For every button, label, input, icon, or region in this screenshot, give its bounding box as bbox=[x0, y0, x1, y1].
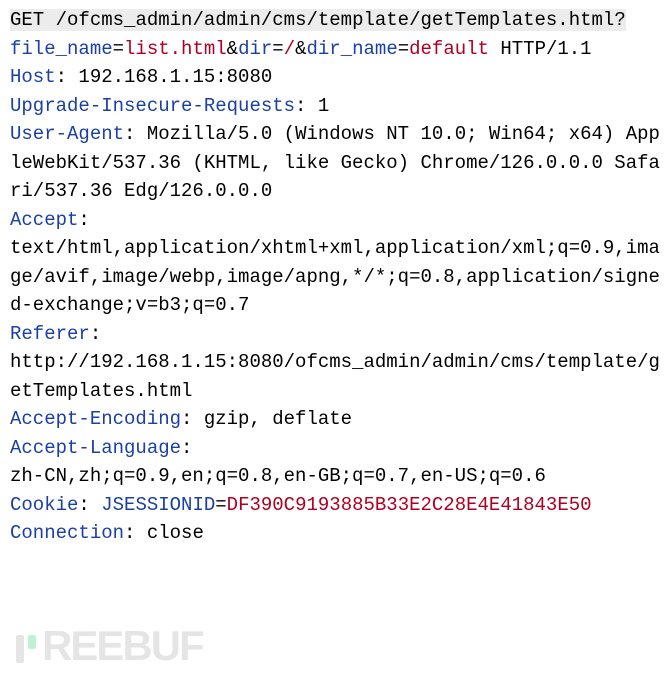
cookie-key: JSESSIONID bbox=[101, 494, 215, 516]
header-value-referer: http://192.168.1.15:8080/ofcms_admin/adm… bbox=[10, 351, 660, 402]
param-val-dir_name: default bbox=[409, 38, 489, 60]
request-line: GET /ofcms_admin/admin/cms/template/getT… bbox=[10, 9, 626, 31]
header-value-accept: text/html,application/xhtml+xml,applicat… bbox=[10, 237, 660, 316]
request-path: /ofcms_admin/admin/cms/template/getTempl… bbox=[56, 9, 626, 31]
param-key-dir: dir bbox=[238, 38, 272, 60]
header-name-host: Host bbox=[10, 66, 56, 88]
header-name-accept-encoding: Accept-Encoding bbox=[10, 408, 181, 430]
param-val-file_name: list.html bbox=[124, 38, 227, 60]
header-value-accept-encoding: gzip, deflate bbox=[204, 408, 352, 430]
header-value-connection: close bbox=[147, 522, 204, 544]
param-key-dir_name: dir_name bbox=[307, 38, 398, 60]
http-method: GET bbox=[10, 9, 44, 31]
param-val-dir: / bbox=[284, 38, 295, 60]
param-key-file_name: file_name bbox=[10, 38, 113, 60]
header-name-upgrade-insecure-requests: Upgrade-Insecure-Requests bbox=[10, 95, 295, 117]
header-name-accept: Accept bbox=[10, 209, 78, 231]
header-name-user-agent: User-Agent bbox=[10, 123, 124, 145]
cookie-value: DF390C9193885B33E2C28E4E41843E50 bbox=[227, 494, 592, 516]
header-name-accept-language: Accept-Language bbox=[10, 437, 181, 459]
header-value-upgrade-insecure-requests: 1 bbox=[318, 95, 329, 117]
header-value-accept-language: zh-CN,zh;q=0.9,en;q=0.8,en-GB;q=0.7,en-U… bbox=[10, 465, 546, 487]
http-request-block: GET /ofcms_admin/admin/cms/template/getT… bbox=[0, 0, 671, 699]
header-value-host: 192.168.1.15:8080 bbox=[78, 66, 272, 88]
header-name-referer: Referer bbox=[10, 323, 90, 345]
header-name-connection: Connection bbox=[10, 522, 124, 544]
http-version: HTTP/1.1 bbox=[500, 38, 591, 60]
header-name-cookie: Cookie bbox=[10, 494, 78, 516]
